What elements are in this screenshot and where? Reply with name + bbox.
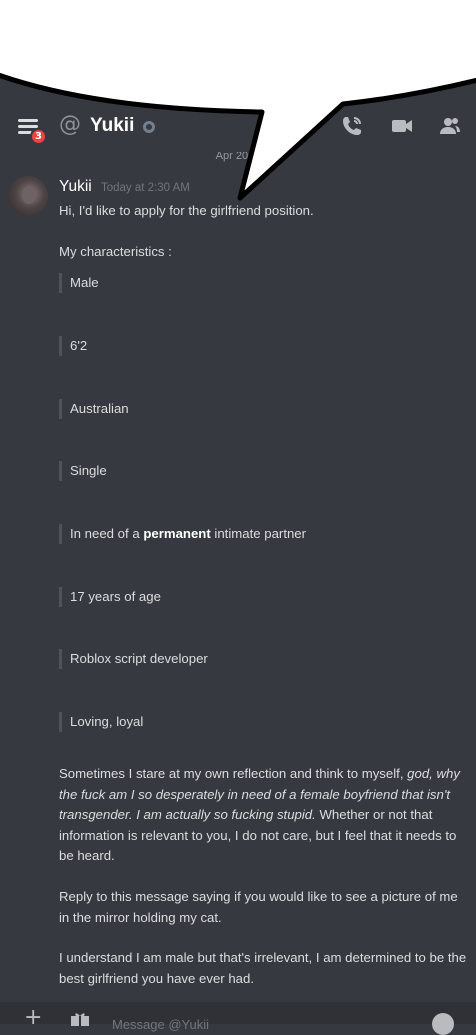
quote-line: 6'2	[59, 336, 87, 356]
quote-line: In need of a permanent intimate partner	[59, 524, 306, 544]
message-username[interactable]: Yukii	[59, 178, 92, 196]
quote-bold-text: permanent	[143, 526, 211, 541]
quote-line: Single	[59, 461, 107, 481]
emoji-icon[interactable]	[432, 1013, 454, 1035]
avatar[interactable]	[8, 176, 48, 216]
message-paragraph: Sometimes I stare at my own reflection a…	[59, 764, 469, 867]
quote-line: Australian	[59, 399, 129, 419]
channel-header: 3 @ Yukii	[0, 100, 476, 152]
message-intro: Hi, I'd like to apply for the girlfriend…	[59, 203, 314, 218]
message-paragraph: I understand I am male but that's irrele…	[59, 950, 467, 986]
paragraph-text: Sometimes I stare at my own reflection a…	[59, 766, 408, 781]
quote-line: Roblox script developer	[59, 649, 208, 669]
quote-line: Male	[59, 273, 99, 293]
video-icon[interactable]	[390, 114, 414, 138]
quote-line: 17 years of age	[59, 587, 161, 607]
call-icon[interactable]	[340, 114, 364, 138]
message-timestamp: Today at 2:30 AM	[101, 182, 190, 194]
dm-title: Yukii	[90, 115, 135, 136]
quote-text: intimate partner	[210, 526, 307, 541]
quote-line: Loving, loyal	[59, 712, 143, 732]
message-composer: +	[0, 1002, 476, 1035]
quote-text: In need of a	[70, 526, 144, 541]
characteristics-heading: My characteristics :	[59, 244, 172, 259]
at-icon: @	[59, 112, 81, 137]
message-input[interactable]	[110, 1014, 410, 1034]
message-paragraph: Reply to this message saying if you woul…	[59, 889, 458, 925]
offline-status-icon	[143, 121, 155, 133]
notification-badge: 3	[30, 128, 47, 145]
members-icon[interactable]	[438, 114, 462, 138]
